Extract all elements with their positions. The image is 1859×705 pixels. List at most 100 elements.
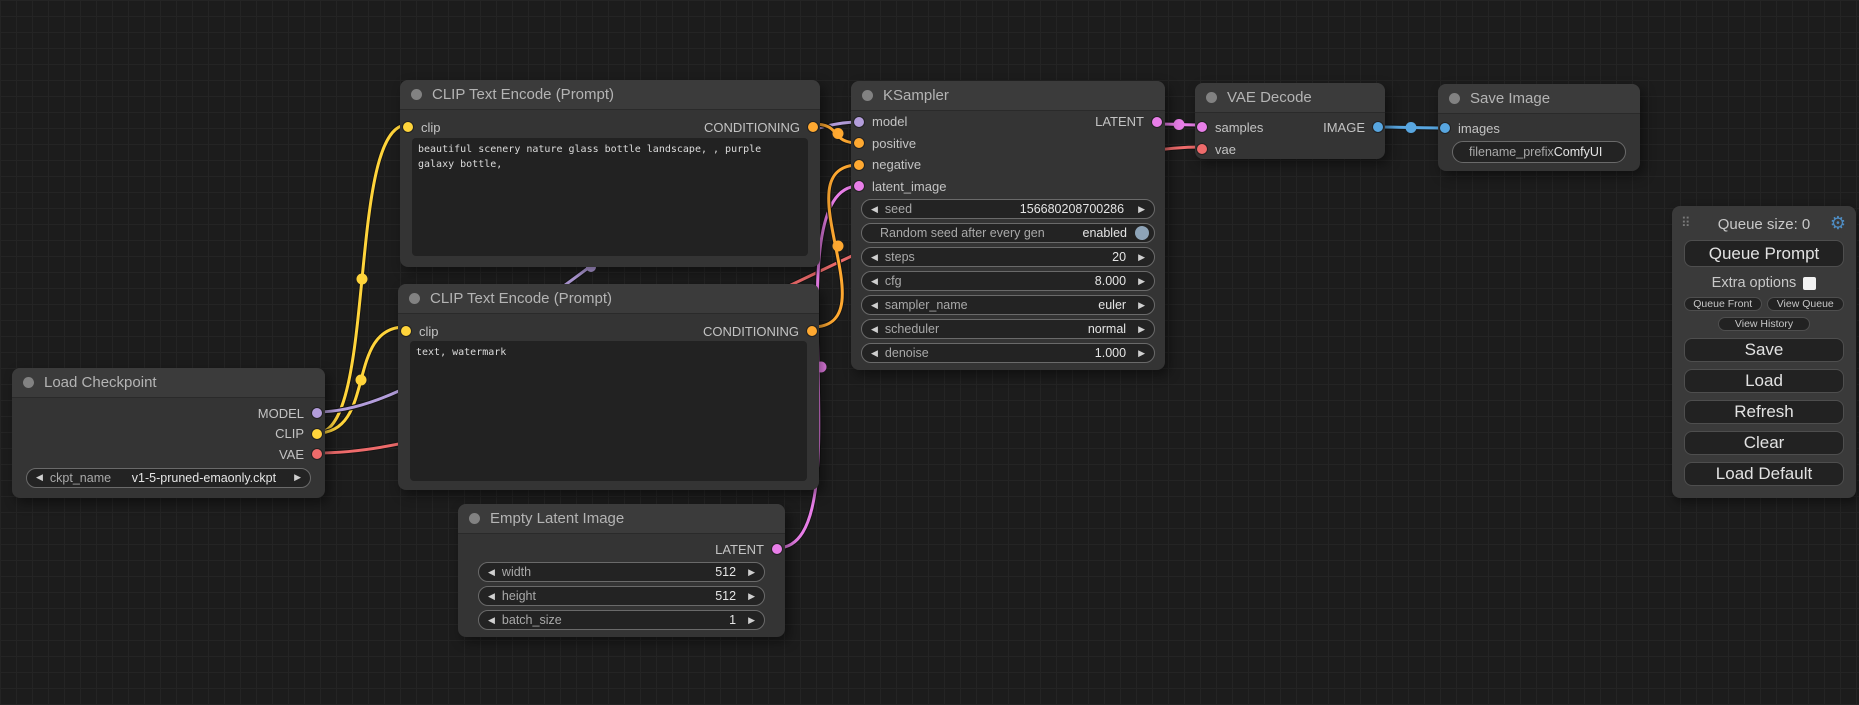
stepper-right-icon[interactable]: ▶	[1138, 325, 1145, 334]
random-seed-toggle[interactable]: Random seed after every gen enabled	[861, 223, 1155, 243]
model-input-port[interactable]	[854, 117, 864, 127]
node-title-bar[interactable]: VAE Decode	[1195, 83, 1385, 113]
node-title-bar[interactable]: Load Checkpoint	[12, 368, 325, 398]
collapse-dot-icon[interactable]	[409, 293, 420, 304]
height-widget[interactable]: ◀ height 512 ▶	[478, 586, 765, 606]
model-output-port[interactable]	[312, 408, 322, 418]
node-title-bar[interactable]: Empty Latent Image	[458, 504, 785, 534]
latent-output-port[interactable]	[772, 544, 782, 554]
stepper-right-icon[interactable]: ▶	[294, 473, 301, 482]
stepper-left-icon[interactable]: ◀	[36, 473, 43, 482]
stepper-right-icon[interactable]: ▶	[1138, 301, 1145, 310]
samples-input-port[interactable]	[1197, 122, 1207, 132]
conditioning-output-port[interactable]	[808, 122, 818, 132]
width-widget[interactable]: ◀ width 512 ▶	[478, 562, 765, 582]
vae-output-port[interactable]	[312, 449, 322, 459]
view-history-button[interactable]: View History	[1718, 317, 1810, 331]
queue-front-button[interactable]: Queue Front	[1684, 297, 1762, 311]
load-default-button[interactable]: Load Default	[1684, 462, 1844, 486]
drag-handle-icon[interactable]: ⠿	[1681, 216, 1691, 229]
batch-size-widget[interactable]: ◀ batch_size 1 ▶	[478, 610, 765, 630]
prompt-textarea[interactable]: beautiful scenery nature glass bottle la…	[412, 138, 808, 256]
stepper-left-icon[interactable]: ◀	[488, 616, 495, 625]
negative-input-port[interactable]	[854, 160, 864, 170]
widget-value: enabled	[1083, 226, 1128, 240]
load-button[interactable]: Load	[1684, 369, 1844, 393]
clip-output-port[interactable]	[312, 429, 322, 439]
latent-image-input-port[interactable]	[854, 181, 864, 191]
output-label-model: MODEL	[258, 406, 304, 421]
sampler-name-widget[interactable]: ◀ sampler_name euler ▶	[861, 295, 1155, 315]
stepper-right-icon[interactable]: ▶	[1138, 205, 1145, 214]
cfg-widget[interactable]: ◀ cfg 8.000 ▶	[861, 271, 1155, 291]
prompt-textarea[interactable]: text, watermark	[410, 341, 807, 481]
stepper-right-icon[interactable]: ▶	[1138, 253, 1145, 262]
collapse-dot-icon[interactable]	[469, 513, 480, 524]
seed-widget[interactable]: ◀ seed 156680208700286 ▶	[861, 199, 1155, 219]
denoise-widget[interactable]: ◀ denoise 1.000 ▶	[861, 343, 1155, 363]
node-ksampler: KSampler LATENT model positive negative …	[851, 81, 1165, 370]
widget-value: ComfyUI	[1554, 145, 1603, 159]
images-input-port[interactable]	[1440, 123, 1450, 133]
gear-icon[interactable]: ⚙	[1830, 214, 1846, 232]
stepper-left-icon[interactable]: ◀	[871, 253, 878, 262]
queue-prompt-button[interactable]: Queue Prompt	[1684, 240, 1844, 267]
node-title-bar[interactable]: CLIP Text Encode (Prompt)	[400, 80, 820, 110]
input-label-latent-image: latent_image	[872, 179, 946, 194]
positive-input-port[interactable]	[854, 138, 864, 148]
stepper-left-icon[interactable]: ◀	[871, 205, 878, 214]
latent-output-port[interactable]	[1152, 117, 1162, 127]
widget-value: 512	[715, 565, 736, 579]
node-title-bar[interactable]: Save Image	[1438, 84, 1640, 114]
image-output-port[interactable]	[1373, 122, 1383, 132]
widget-value: 1.000	[1095, 346, 1126, 360]
clip-input-port[interactable]	[403, 122, 413, 132]
vae-input-port[interactable]	[1197, 144, 1207, 154]
ckpt-name-widget[interactable]: ◀ ckpt_name v1-5-pruned-emaonly.ckpt ▶	[26, 468, 311, 488]
node-vae-decode: VAE Decode samples IMAGE vae	[1195, 83, 1385, 159]
queue-panel: ⠿ Queue size: 0 ⚙ Queue Prompt Extra opt…	[1672, 206, 1856, 498]
node-title: CLIP Text Encode (Prompt)	[430, 290, 612, 307]
input-label-positive: positive	[872, 136, 916, 151]
widget-label: ckpt_name	[50, 471, 111, 485]
clip-input-port[interactable]	[401, 326, 411, 336]
stepper-right-icon[interactable]: ▶	[1138, 349, 1145, 358]
node-title: CLIP Text Encode (Prompt)	[432, 86, 614, 103]
node-graph-canvas[interactable]: Load Checkpoint MODEL CLIP VAE ◀ ckpt_na…	[0, 0, 1859, 705]
stepper-right-icon[interactable]: ▶	[748, 616, 755, 625]
stepper-right-icon[interactable]: ▶	[1138, 277, 1145, 286]
input-label-clip: clip	[419, 324, 439, 339]
steps-widget[interactable]: ◀ steps 20 ▶	[861, 247, 1155, 267]
output-label-latent: LATENT	[715, 542, 764, 557]
widget-label: height	[502, 589, 536, 603]
toggle-knob-icon[interactable]	[1135, 226, 1149, 240]
stepper-right-icon[interactable]: ▶	[748, 568, 755, 577]
scheduler-widget[interactable]: ◀ scheduler normal ▶	[861, 319, 1155, 339]
save-button[interactable]: Save	[1684, 338, 1844, 362]
node-title-bar[interactable]: CLIP Text Encode (Prompt)	[398, 284, 819, 314]
wire-clip-negative	[317, 327, 405, 433]
stepper-left-icon[interactable]: ◀	[871, 301, 878, 310]
stepper-left-icon[interactable]: ◀	[488, 592, 495, 601]
stepper-left-icon[interactable]: ◀	[871, 277, 878, 286]
view-queue-button[interactable]: View Queue	[1767, 297, 1845, 311]
stepper-left-icon[interactable]: ◀	[871, 325, 878, 334]
filename-prefix-widget[interactable]: filename_prefix ComfyUI	[1452, 141, 1626, 163]
stepper-left-icon[interactable]: ◀	[488, 568, 495, 577]
clear-button[interactable]: Clear	[1684, 431, 1844, 455]
wire-clip-positive	[317, 125, 407, 433]
node-title-bar[interactable]: KSampler	[851, 81, 1165, 111]
collapse-dot-icon[interactable]	[862, 90, 873, 101]
widget-value: v1-5-pruned-emaonly.ckpt	[132, 471, 276, 485]
conditioning-output-port[interactable]	[807, 326, 817, 336]
refresh-button[interactable]: Refresh	[1684, 400, 1844, 424]
collapse-dot-icon[interactable]	[23, 377, 34, 388]
node-clip-text-encode-positive: CLIP Text Encode (Prompt) clip CONDITION…	[400, 80, 820, 267]
stepper-right-icon[interactable]: ▶	[748, 592, 755, 601]
stepper-left-icon[interactable]: ◀	[871, 349, 878, 358]
collapse-dot-icon[interactable]	[1449, 93, 1460, 104]
collapse-dot-icon[interactable]	[411, 89, 422, 100]
collapse-dot-icon[interactable]	[1206, 92, 1217, 103]
input-label-model: model	[872, 114, 907, 129]
extra-options-checkbox[interactable]	[1803, 277, 1816, 290]
